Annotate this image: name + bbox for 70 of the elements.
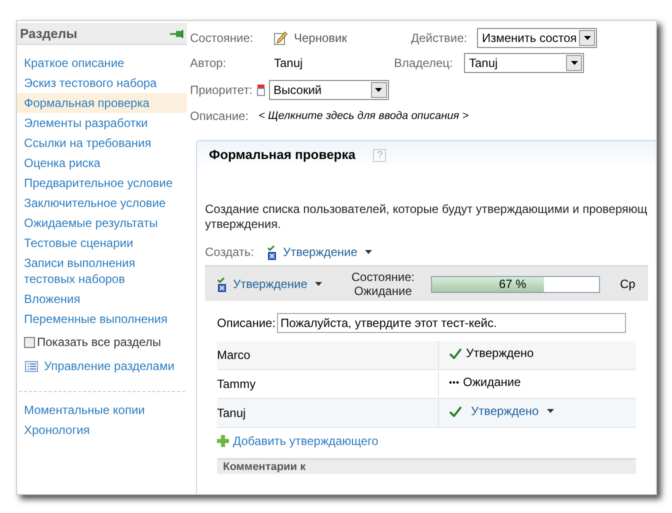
field-label: Описание: <box>190 108 249 125</box>
add-approver-link[interactable]: Добавить утверждающего <box>233 432 378 450</box>
sidebar-link[interactable]: Тестовые сценарии <box>17 233 187 253</box>
approval-status-menu[interactable]: Утверждено <box>471 402 554 420</box>
field-label: Автор: <box>190 55 228 72</box>
sidebar-link[interactable]: Заключительное условие <box>17 193 187 213</box>
sidebar-link[interactable]: Оценка риска <box>17 153 187 173</box>
approval-state-value: Ожидание <box>354 284 412 298</box>
approver-name: Marco <box>217 341 439 369</box>
list-icon <box>25 360 38 372</box>
sidebar-link[interactable]: Предварительное условие <box>17 173 187 193</box>
approval-icon <box>217 276 227 292</box>
author-value: Tanuj <box>274 55 304 72</box>
caret-icon <box>365 250 372 254</box>
approval-status: Ожидание <box>463 374 521 391</box>
approver-row[interactable]: Marco Утверждено <box>217 341 636 370</box>
dropdown[interactable]: Изменить состоя <box>477 28 597 48</box>
sidebar-link[interactable]: Переменные выполнения <box>17 309 187 329</box>
approver-name: Tanuj <box>217 399 439 427</box>
field-label: Владелец: <box>394 55 454 72</box>
field-label: Описание: <box>217 315 276 332</box>
approver-row[interactable]: Tanuj Утверждено <box>217 399 636 428</box>
field-label: Действие: <box>411 30 468 47</box>
check-icon <box>449 406 462 416</box>
description-placeholder[interactable]: < Щелкните здесь для ввода описания > <box>258 108 469 124</box>
pin-icon[interactable] <box>170 30 184 38</box>
approval-state-label: Состояние: <box>351 270 415 284</box>
approver-name: Tammy <box>217 370 439 398</box>
sidebar-link[interactable]: Вложения <box>17 289 187 309</box>
sidebar-link[interactable]: Краткое описание <box>17 53 187 73</box>
create-label: Создать: <box>205 244 255 261</box>
dropdown-arrow-icon <box>375 88 382 92</box>
panel-description: Создание списка пользователей, которые будут утверждающими и проверяющ <box>205 202 648 217</box>
approval-status: Утверждено <box>466 345 534 362</box>
manage-sections-link[interactable]: Управление разделами <box>44 357 174 375</box>
sidebar-link[interactable]: Записи выполнения тестовых наборов <box>17 253 187 289</box>
dropdown[interactable]: Tanuj <box>464 53 584 73</box>
caret-icon <box>315 282 322 286</box>
pencil-icon <box>274 31 288 45</box>
approval-menu[interactable]: Утверждение <box>233 275 343 293</box>
checkbox-label: Показать все разделы <box>37 334 161 351</box>
caret-icon <box>546 409 554 413</box>
dropdown-arrow-icon <box>584 36 590 40</box>
sidebar-link[interactable]: Хронология <box>17 420 187 440</box>
sidebar-link[interactable]: Элементы разработки <box>17 113 187 133</box>
sidebar-link[interactable]: Эскиз тестового набора <box>17 73 187 93</box>
create-approval-menu[interactable]: Утверждение <box>283 243 372 261</box>
field-label: Приоритет: <box>190 82 253 99</box>
approval-icon <box>267 244 277 260</box>
sidebar-title: Разделы <box>20 24 78 43</box>
flag-icon <box>256 84 265 96</box>
sidebar-link[interactable]: Ссылки на требования <box>17 133 187 153</box>
dropdown-arrow-icon <box>570 61 578 65</box>
dots-icon <box>449 380 459 384</box>
state-value: Черновик <box>294 30 348 47</box>
sidebar-link[interactable]: Ожидаемые результаты <box>17 213 187 233</box>
dropdown[interactable]: Высокий <box>268 80 389 100</box>
comments-header: Комментарии к <box>217 458 636 474</box>
sidebar-link[interactable]: Моментальные копии <box>17 400 187 420</box>
checkbox[interactable] <box>24 336 35 348</box>
approval-column-text: Ср <box>620 276 636 293</box>
progress-reading: 67 % <box>499 276 526 292</box>
field-label: Состояние: <box>190 30 254 47</box>
panel-description: утверждения. <box>205 217 281 232</box>
check-icon <box>449 348 462 358</box>
description-input[interactable]: Пожалуйста, утвердите этот тест-кейс. <box>276 313 626 333</box>
approver-row[interactable]: Tammy Ожидание <box>217 370 636 399</box>
sidebar-link[interactable]: Формальная проверка <box>17 93 187 113</box>
plus-icon <box>217 435 229 447</box>
panel-title: Формальная проверка <box>209 146 356 164</box>
